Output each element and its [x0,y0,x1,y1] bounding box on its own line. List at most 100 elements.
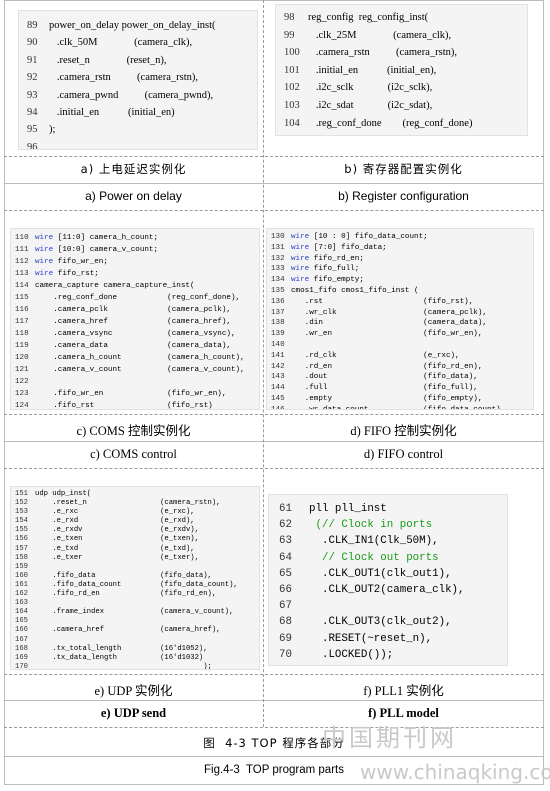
line-number: 154 [15,517,28,526]
code-line: 115 .reg_conf_done (reg_conf_done), [15,292,255,304]
code-text: power_on_delay power_on_delay_inst( [49,20,216,31]
code-text: .camera_vsync (camera_vsync), [35,330,236,338]
code-text: .din (camera_data), [291,319,487,328]
code-text: .e_rxd (e_rxd), [35,517,195,526]
line-number: 124 [15,402,29,410]
line-number: 122 [15,378,29,386]
line-number: 89 [27,20,38,31]
line-number: 158 [15,553,28,562]
code-line: 140 [271,340,529,351]
line-number: 153 [15,508,28,517]
code-text: .fifo_data (fifo_data), [35,571,212,580]
code-panel-pll: 61 pll pll_inst 62 (// Clock in ports 63 .C… [268,494,508,666]
code-text: .full (fifo_full), [291,384,478,393]
code-line: 142 .rd_en (fifo_rd_en), [271,362,529,373]
line-number: 138 [271,319,285,328]
code-text: .e_rxdv (e_rxdv), [35,526,199,535]
code-text: .rd_en (fifo_rd_en), [291,362,483,371]
keyword: wire [35,270,54,278]
keyword: wire [291,233,310,241]
line-number: 140 [271,340,285,349]
code-line: 66 .CLK_OUT2(camera_clk), [279,582,497,598]
code-line: 112 wire fifo_wr_en; [15,256,255,268]
line-number: 121 [15,366,29,374]
code-text: cmos1_fifo cmos1_fifo_inst ( [291,286,419,295]
code-text: .reg_conf_done (reg_conf_done), [35,294,241,302]
caption-c-zh: c) COMS 控制实例化 [76,424,191,438]
code-panel-coms-control: 110 wire [11:0] camera_h_count; 111 wire [1… [10,228,260,410]
code-line: 162 .fifo_rd_en (fifo_rd_en), [15,590,255,599]
code-line: 65 .CLK_OUT1(clk_out1), [279,566,497,582]
line-number: 95 [27,124,38,136]
code-line: 160 .fifo_data (fifo_data), [15,572,255,581]
line-number: 151 [15,490,28,498]
code-line: 145 .empty (fifo_empty), [271,394,529,405]
code-text: .reset_n (camera_rstn), [35,499,221,508]
code-text: .CLK_OUT1(clk_out1), [309,567,452,580]
code-line: 169 .tx_data_length (16'd1032) [15,654,255,663]
code-line: 164 .frame_index (camera_v_count), [15,608,255,617]
line-number: 69 [279,632,292,645]
line-number: 99 [284,29,295,41]
code-text: camera_capture camera_capture_inst( [35,282,195,290]
code-line: 130 wire [10 : 0] fifo_data_count; [271,232,529,243]
line-number: 115 [15,294,29,302]
code-text: .e_txen (e_txen), [35,535,199,544]
code-line: 91 .reset_n (reset_n), [27,52,249,69]
code-line: 63 .CLK_IN1(Clk_50M), [279,533,497,549]
caption-b-en: b) Register configuration [338,189,469,203]
code-text: .e_txd (e_txd), [35,544,195,553]
line-number: 159 [15,562,28,571]
line-number: 131 [271,243,285,252]
line-number: 152 [15,499,28,508]
code-text: .camera_v_count (camera_v_count), [35,366,245,374]
line-number: 113 [15,270,29,278]
code-line: 133 wire fifo_full; [271,264,529,275]
code-text: .fifo_wr_en (fifo_wr_en), [35,390,227,398]
line-number: 161 [15,580,28,589]
code-text: .clk_50M (camera_clk), [49,37,193,49]
code-text: .dout (fifo_data), [291,373,478,382]
code-line: 158 .e_txer (e_txer), [15,554,255,563]
code-text: .e_txer (e_txer), [35,553,199,562]
keyword: wire [291,254,310,263]
code-line: 139 .wr_en (fifo_wr_en), [271,329,529,340]
code-text: .rd_clk (e_rxc), [291,351,460,360]
code-text: .camera_rstn (camera_rstn), [49,72,198,84]
code-line: 157 .e_txd (e_txd), [15,545,255,554]
code-line: 68 .CLK_OUT3(clk_out2), [279,614,497,630]
code-text: .camera_h_count (camera_h_count), [35,354,245,362]
line-number: 133 [271,265,285,274]
code-line: 90 .clk_50M (camera_clk), [27,34,249,51]
code-line: 138 .din (camera_data), [271,318,529,329]
code-text: .empty (fifo_empty), [291,394,483,403]
caption-d-en: d) FIFO control [363,447,444,461]
keyword: wire [291,243,310,252]
code-line: 62 (// Clock in ports [279,517,497,533]
code-comment: (// Clock in ports [309,519,433,532]
code-text: udp udp_inst( [35,490,92,498]
keyword: wire [291,276,310,285]
code-text: .fifo_data_count (fifo_data_count), [35,580,238,589]
code-panel-udp: 151 udp udp_inst( 152 .reset_n (camera_rst… [10,486,260,670]
code-line: 163 [15,599,255,608]
code-line: 89 power_on_delay power_on_delay_inst( [27,17,249,34]
line-number: 119 [15,342,29,350]
line-number: 166 [15,626,28,635]
line-number: 157 [15,544,28,553]
code-text: fifo_rd_en; [309,254,364,263]
line-number: 103 [284,99,300,111]
code-line: 94 .initial_en (initial_en) [27,104,249,121]
line-number: 62 [279,519,292,532]
code-line: 153 .e_rxc (e_rxc), [15,508,255,517]
line-number: 112 [15,258,29,266]
line-number: 165 [15,617,28,626]
line-number: 163 [15,599,28,608]
code-line: 98 reg_config reg_config_inst( [284,9,519,27]
code-line: 95); [27,121,249,138]
line-number: 160 [15,571,28,580]
code-text: .e_rxc (e_rxc), [35,508,195,517]
code-line: 99 .clk_25M (camera_clk), [284,27,519,45]
line-number: 118 [15,330,29,338]
line-number: 102 [284,82,300,94]
